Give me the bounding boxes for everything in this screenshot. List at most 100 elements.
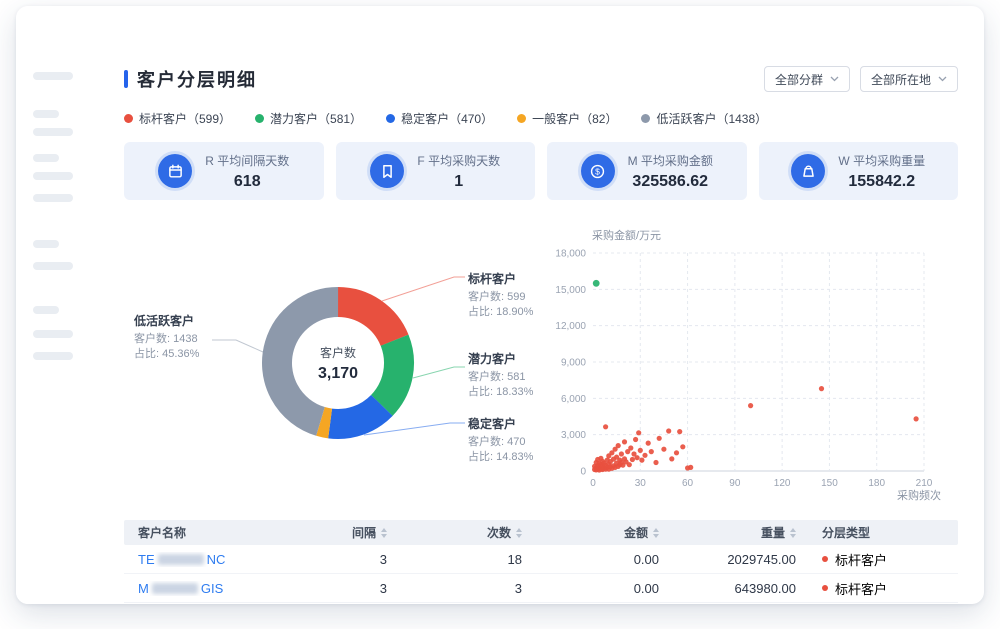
- scatter-point: [619, 451, 624, 456]
- scatter-point: [653, 460, 658, 465]
- legend-item-1[interactable]: 潜力客户（581）: [255, 110, 362, 127]
- legend-label: 稳定客户（470）: [401, 110, 493, 127]
- legend: 标杆客户（599） 潜力客户（581） 稳定客户（470） 一般客户（82） 低活跃客户…: [124, 112, 958, 124]
- skeleton-bar: [33, 194, 73, 202]
- legend-dot-icon: [641, 114, 650, 123]
- chevron-down-icon: [830, 76, 839, 82]
- table-row[interactable]: MGIS330.00643980.00标杆客户: [124, 574, 958, 603]
- scatter-point: [635, 455, 640, 460]
- chevron-down-icon: [938, 76, 947, 82]
- cell-times: 3: [399, 581, 534, 596]
- svg-text:0: 0: [590, 478, 596, 489]
- scatter-point: [642, 453, 647, 458]
- svg-text:150: 150: [821, 478, 838, 489]
- legend-item-3[interactable]: 一般客户（82）: [517, 110, 617, 127]
- name-redacted: [158, 554, 204, 565]
- legend-dot-icon: [255, 114, 264, 123]
- svg-text:30: 30: [635, 478, 647, 489]
- stat-info: M 平均采购金额 325586.62: [628, 152, 713, 191]
- segment-label: 标杆客户: [835, 579, 887, 598]
- scatter-point: [669, 456, 674, 461]
- svg-text:18,000: 18,000: [555, 249, 586, 260]
- name-suffix: NC: [207, 552, 226, 567]
- col-header-5: 分层类型: [808, 524, 974, 541]
- scatter-point: [630, 457, 635, 462]
- svg-text:60: 60: [682, 478, 694, 489]
- legend-item-2[interactable]: 稳定客户（470）: [386, 110, 493, 127]
- col-header-1[interactable]: 间隔: [264, 524, 399, 541]
- skeleton-bar: [33, 72, 73, 80]
- callout-count: 客户数: 1438: [134, 332, 254, 347]
- scatter-point: [628, 445, 633, 450]
- calendar-icon: [158, 154, 192, 188]
- col-header-2[interactable]: 次数: [399, 524, 534, 541]
- stat-value: 155842.2: [838, 173, 925, 191]
- scatter-point: [680, 444, 685, 449]
- filter-select-location[interactable]: 全部所在地: [860, 66, 958, 92]
- customer-table: 客户名称间隔次数金额重量分层类型 TENC3180.002029745.00标杆…: [124, 520, 958, 603]
- stat-label: M 平均采购金额: [628, 152, 713, 169]
- money-icon: $: [581, 154, 615, 188]
- legend-label: 一般客户（82）: [532, 110, 617, 127]
- legend-item-4[interactable]: 低活跃客户（1438）: [641, 110, 767, 127]
- scatter-point: [593, 280, 600, 287]
- scatter-point: [649, 449, 654, 454]
- customer-name-link[interactable]: TENC: [138, 552, 225, 567]
- cell-name: M GIS: [124, 581, 264, 596]
- stat-card-f: F 平均采购天数1: [336, 142, 536, 200]
- col-header-3[interactable]: 金额: [534, 524, 671, 541]
- scatter-point: [674, 450, 679, 455]
- skeleton-bar: [33, 128, 73, 136]
- svg-text:6,000: 6,000: [561, 394, 586, 405]
- col-label: 次数: [487, 524, 511, 541]
- legend-label: 低活跃客户（1438）: [656, 110, 767, 127]
- legend-dot-icon: [386, 114, 395, 123]
- svg-text:12,000: 12,000: [555, 321, 586, 332]
- scatter-point: [627, 462, 632, 467]
- customer-name-link[interactable]: M GIS: [138, 581, 223, 596]
- cell-times: 18: [399, 552, 534, 567]
- stat-value: 618: [205, 173, 289, 191]
- filter-select-segment-group[interactable]: 全部分群: [764, 66, 850, 92]
- stat-value: 325586.62: [628, 173, 713, 191]
- table-row[interactable]: TENC3180.002029745.00标杆客户: [124, 545, 958, 574]
- svg-text:15,000: 15,000: [555, 285, 586, 296]
- table-body: TENC3180.002029745.00标杆客户MGIS330.0064398…: [124, 545, 958, 603]
- skeleton-bar: [33, 240, 59, 248]
- legend-item-0[interactable]: 标杆客户（599）: [124, 110, 231, 127]
- skeleton-bar: [33, 110, 59, 118]
- weight-icon: [791, 154, 825, 188]
- col-label: 重量: [761, 524, 785, 541]
- cell-amount: 0.00: [534, 581, 671, 596]
- donut-callout-4: 低活跃客户客户数: 1438占比: 45.36%: [134, 312, 254, 362]
- sort-icon[interactable]: [381, 528, 387, 538]
- svg-text:180: 180: [868, 478, 885, 489]
- skeleton-bar: [33, 154, 59, 162]
- col-label: 间隔: [352, 524, 376, 541]
- stat-info: R 平均间隔天数618: [205, 152, 289, 191]
- name-suffix: GIS: [201, 581, 223, 596]
- svg-text:采购金额/万元: 采购金额/万元: [592, 228, 661, 242]
- sort-icon[interactable]: [516, 528, 522, 538]
- skeleton-bar: [33, 172, 73, 180]
- filter-label: 全部所在地: [871, 71, 931, 88]
- col-label: 客户名称: [138, 524, 186, 541]
- name-prefix: M: [138, 581, 149, 596]
- segment-dot-icon: [822, 556, 828, 562]
- col-header-0: 客户名称: [124, 524, 264, 541]
- cell-segment: 标杆客户: [808, 579, 974, 598]
- svg-text:0: 0: [580, 467, 586, 478]
- stat-cards: R 平均间隔天数618F 平均采购天数1$M 平均采购金额325586.62W …: [124, 142, 958, 200]
- scatter-point: [819, 386, 824, 391]
- filter-label: 全部分群: [775, 71, 823, 88]
- sort-icon[interactable]: [653, 528, 659, 538]
- scatter-point: [603, 424, 608, 429]
- sort-icon[interactable]: [790, 528, 796, 538]
- title-accent-bar: [124, 70, 128, 88]
- segment-dot-icon: [822, 585, 828, 591]
- donut-chart: 客户数 3,170: [253, 278, 423, 448]
- skeleton-bar: [33, 330, 73, 338]
- scatter-point: [622, 439, 627, 444]
- col-header-4[interactable]: 重量: [671, 524, 808, 541]
- bookmark-icon: [370, 154, 404, 188]
